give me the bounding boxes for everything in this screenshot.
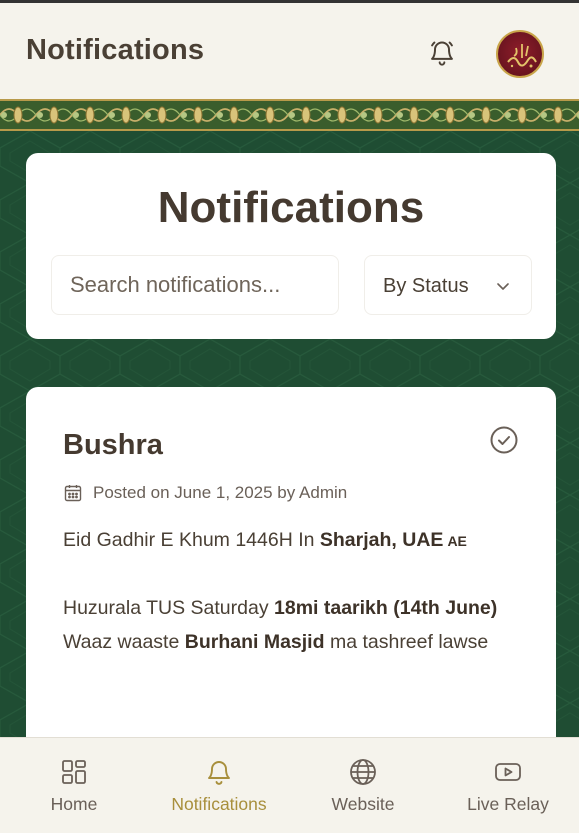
app-header: Notifications (0, 0, 579, 99)
section-heading: Notifications (157, 183, 425, 232)
nav-label: Home (50, 794, 98, 814)
body-text: Waaz waaste (63, 631, 185, 653)
globe-icon (350, 759, 376, 785)
nav-label: Notifications (171, 794, 267, 814)
bell-icon[interactable] (428, 39, 456, 67)
nav-home[interactable]: Home (24, 738, 124, 833)
bell-icon (208, 761, 230, 785)
status-filter-dropdown[interactable]: By Status (364, 255, 532, 315)
chevron-down-icon (497, 283, 509, 290)
posted-text: Posted on June 1, 2025 by Admin (93, 483, 348, 502)
nav-notifications[interactable]: Notifications (158, 738, 280, 833)
notification-body-line2: Huzurala TUS Saturday 18mi taarikh (14th… (63, 591, 513, 659)
notification-card[interactable]: Bushra Posted on June 1, 2025 by Admin E… (26, 387, 556, 787)
nav-live-relay[interactable]: Live Relay (458, 738, 558, 833)
body-text: Huzurala TUS Saturday (63, 597, 274, 619)
avatar[interactable] (496, 30, 544, 78)
location-text: Sharjah, UAE (319, 529, 444, 551)
page-title: Notifications (26, 34, 205, 66)
grid-icon (62, 760, 86, 784)
bottom-nav: Home Notifications Website Live Relay (0, 737, 579, 833)
body-text: Eid Gadhir E Khum 1446H In (63, 529, 320, 551)
notification-body-line1: Eid Gadhir E Khum 1446H In Sharjah, UAE A… (63, 523, 513, 558)
date-text: 18mi taarikh (14th June) (274, 597, 498, 619)
search-card: Notifications By Status (26, 153, 556, 339)
ornamental-border (0, 99, 579, 131)
venue-text: Burhani Masjid (184, 631, 325, 653)
calendar-icon (64, 485, 82, 502)
ornament-pattern-icon (0, 101, 579, 129)
calligraphy-logo-icon (507, 44, 537, 68)
body-text: ma tashreef lawse (324, 631, 489, 653)
flag-code: AE (447, 533, 467, 549)
status-filter-label: By Status (383, 275, 469, 297)
notification-title: Bushra (63, 429, 163, 461)
nav-label: Website (331, 794, 395, 814)
youtube-icon (495, 763, 521, 781)
check-circle-icon[interactable] (489, 425, 519, 455)
nav-website[interactable]: Website (313, 738, 413, 833)
nav-label: Live Relay (467, 794, 549, 814)
posted-meta: Posted on June 1, 2025 by Admin (63, 482, 347, 504)
search-input[interactable] (51, 255, 339, 315)
